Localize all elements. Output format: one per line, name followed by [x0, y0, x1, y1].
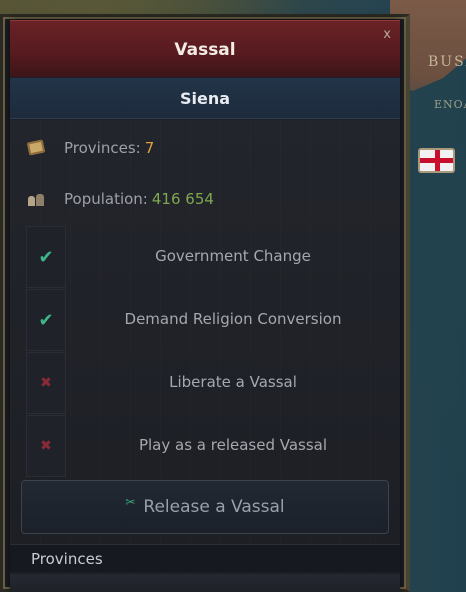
- map-label-top: BUSA: [428, 54, 466, 70]
- population-value: 416 654: [151, 190, 214, 208]
- option-label: Demand Religion Conversion: [124, 310, 342, 328]
- release-vassal-button[interactable]: ✂ Release a Vassal: [21, 480, 389, 534]
- england-flag-icon[interactable]: [418, 148, 455, 173]
- option-demand-religion-conversion[interactable]: ✔ Demand Religion Conversion: [26, 289, 400, 351]
- option-play-as-released-vassal[interactable]: ✖ Play as a released Vassal: [26, 415, 400, 477]
- check-icon: ✔: [26, 226, 66, 288]
- option-label: Play as a released Vassal: [138, 436, 328, 454]
- provinces-list: [10, 574, 400, 592]
- provinces-section-header: Provinces: [10, 544, 400, 572]
- option-liberate-a-vassal[interactable]: ✖ Liberate a Vassal: [26, 352, 400, 414]
- country-name-bar: Siena: [10, 78, 400, 119]
- provinces-label: Provinces:: [64, 139, 141, 157]
- release-button-label: Release a Vassal: [143, 497, 285, 517]
- close-button[interactable]: x: [383, 27, 391, 42]
- release-icon: ✂: [125, 495, 136, 509]
- vassal-panel: Vassal x Siena Provinces: 7 Population: …: [10, 20, 400, 592]
- cross-icon: ✖: [26, 352, 66, 414]
- check-icon: ✔: [26, 289, 66, 351]
- window-title: Vassal: [174, 40, 236, 60]
- cross-icon: ✖: [26, 415, 66, 477]
- country-name: Siena: [179, 88, 231, 108]
- option-label: Government Change: [155, 247, 311, 265]
- population-label: Population:: [64, 190, 148, 208]
- option-government-change[interactable]: ✔ Government Change: [26, 226, 400, 288]
- map-label-bottom: ENOA: [434, 98, 466, 111]
- option-label: Liberate a Vassal: [169, 373, 297, 391]
- provinces-stat: Provinces: 7: [26, 136, 154, 160]
- scroll-icon: [26, 139, 48, 157]
- population-icon: [26, 190, 48, 208]
- provinces-value: 7: [144, 139, 155, 157]
- provinces-section-title: Provinces: [31, 549, 103, 568]
- title-bar: Vassal x: [10, 20, 400, 77]
- population-stat: Population: 416 654: [26, 187, 214, 211]
